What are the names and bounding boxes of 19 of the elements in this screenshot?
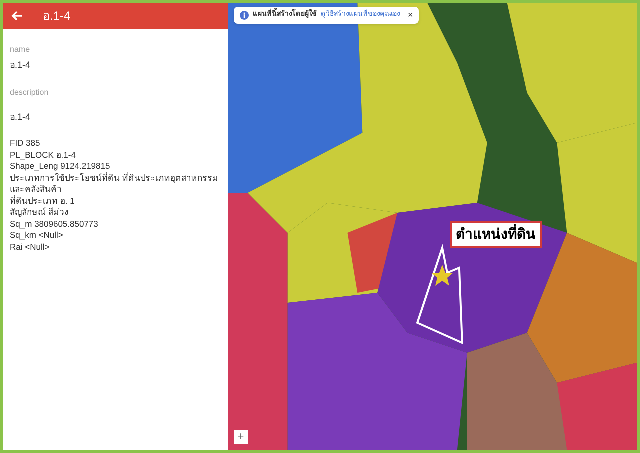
attribute-line: สัญลักษณ์ สีม่วง — [10, 207, 70, 218]
panel-title: อ.1-4 — [43, 8, 71, 25]
back-arrow-icon[interactable] — [11, 10, 23, 22]
location-callout: ตำแหน่งที่ดิน — [450, 221, 542, 248]
info-icon — [240, 10, 249, 20]
attribute-line: FID 385 — [10, 138, 42, 150]
attribute-line: PL_BLOCK อ.1-4 — [10, 150, 77, 161]
attribute-line: Shape_Leng 9124.219815 — [10, 161, 112, 172]
field-value: อ.1-4 — [10, 110, 32, 124]
attribute-line: Sq_km <Null> — [10, 230, 64, 242]
attribute-line: ประเภทการใช้ประโยชน์ที่ดิน ที่ดินประเภทอุตสาหกรรมและคลังสินค้า — [10, 172, 220, 195]
zoom-in-button[interactable]: + — [234, 430, 248, 444]
field-label: description — [10, 86, 50, 98]
attribute-line: Sq_m 3809605.850773 — [10, 218, 100, 230]
attribute-line: Rai <Null> — [10, 242, 51, 253]
close-button[interactable]: × — [408, 10, 414, 20]
field-value: อ.1-4 — [10, 59, 32, 72]
attribute-line: ที่ดินประเภท อ. 1 — [10, 196, 76, 207]
field-label: name — [10, 44, 32, 56]
